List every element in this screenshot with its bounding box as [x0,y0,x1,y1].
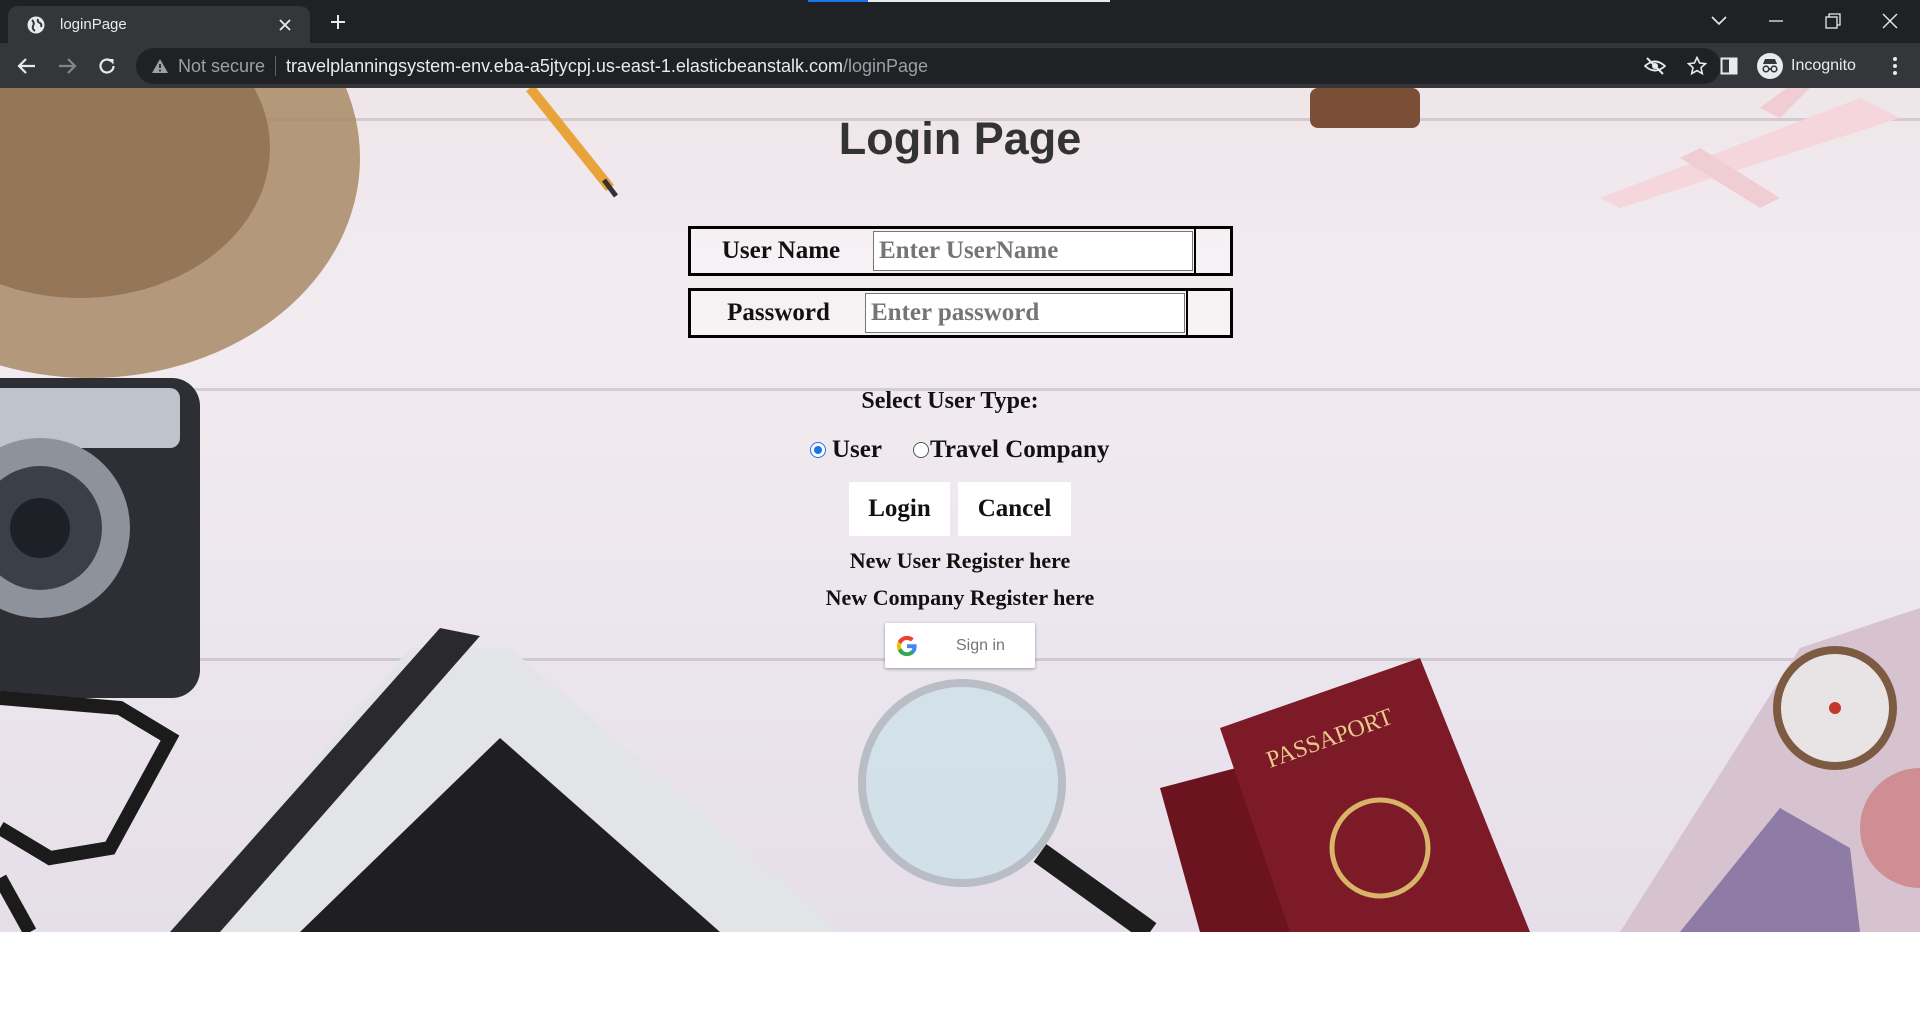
back-icon[interactable] [10,49,44,83]
password-input[interactable] [865,293,1185,333]
side-panel-icon[interactable] [1712,49,1746,83]
window-close-icon[interactable] [1870,4,1910,38]
incognito-icon [1757,53,1783,79]
travel-company-radio[interactable] [913,442,929,458]
browser-toolbar: Not secure travelplanningsystem-env.eba-… [0,43,1920,88]
radio-option-user[interactable]: User [810,435,882,465]
kebab-menu-icon[interactable] [1880,51,1910,81]
forward-icon[interactable] [50,49,84,83]
radio-option-travel-company[interactable]: Travel Company [913,435,1109,465]
tab-strip-indicator-active [808,0,868,2]
new-company-register-link[interactable]: New Company Register here [0,585,1920,611]
eye-off-icon[interactable] [1641,52,1669,80]
new-user-register-link[interactable]: New User Register here [0,548,1920,574]
tab-title: loginPage [60,16,127,33]
user-radio[interactable] [810,442,826,458]
google-signin-label: Sign in [956,636,1005,654]
username-row: User Name [688,226,1233,276]
reload-icon[interactable] [90,49,124,83]
browser-tab[interactable]: loginPage [8,6,310,43]
login-button[interactable]: Login [849,482,950,536]
google-g-icon [896,635,917,656]
address-separator [275,56,277,76]
google-signin-button[interactable]: Sign in [885,623,1035,668]
password-row-divider [1186,291,1188,335]
page-viewport: PASSAPORT Login Page User Name Password … [0,88,1920,1026]
profile-label: Incognito [1791,57,1856,74]
username-input[interactable] [873,231,1193,271]
user-radio-label: User [832,436,882,463]
user-type-label: Select User Type: [861,388,1039,414]
username-label: User Name [721,237,841,264]
incognito-profile[interactable]: Incognito [1753,49,1864,83]
url-host: travelplanningsystem-env.eba-a5jtycpj.us… [286,55,843,76]
warning-icon[interactable] [150,56,170,76]
password-row: Password [688,288,1233,338]
globe-favicon-icon [27,16,45,33]
url-text[interactable]: travelplanningsystem-env.eba-a5jtycpj.us… [286,56,928,77]
username-row-divider [1194,229,1196,273]
travel-company-radio-label: Travel Company [930,436,1110,463]
minimize-icon[interactable] [1756,4,1796,38]
url-path: /loginPage [842,55,929,76]
password-label: Password [727,299,830,326]
restore-icon[interactable] [1813,4,1853,38]
address-bar[interactable]: Not secure travelplanningsystem-env.eba-… [136,48,1721,84]
plus-icon[interactable] [324,8,352,36]
close-icon[interactable] [274,14,296,36]
page-title: Login Page [838,113,1082,164]
cancel-button[interactable]: Cancel [958,482,1071,536]
chevron-down-icon[interactable] [1699,4,1739,38]
star-icon[interactable] [1683,52,1711,80]
browser-tab-strip: loginPage [0,0,1920,43]
security-label[interactable]: Not secure [178,56,265,77]
